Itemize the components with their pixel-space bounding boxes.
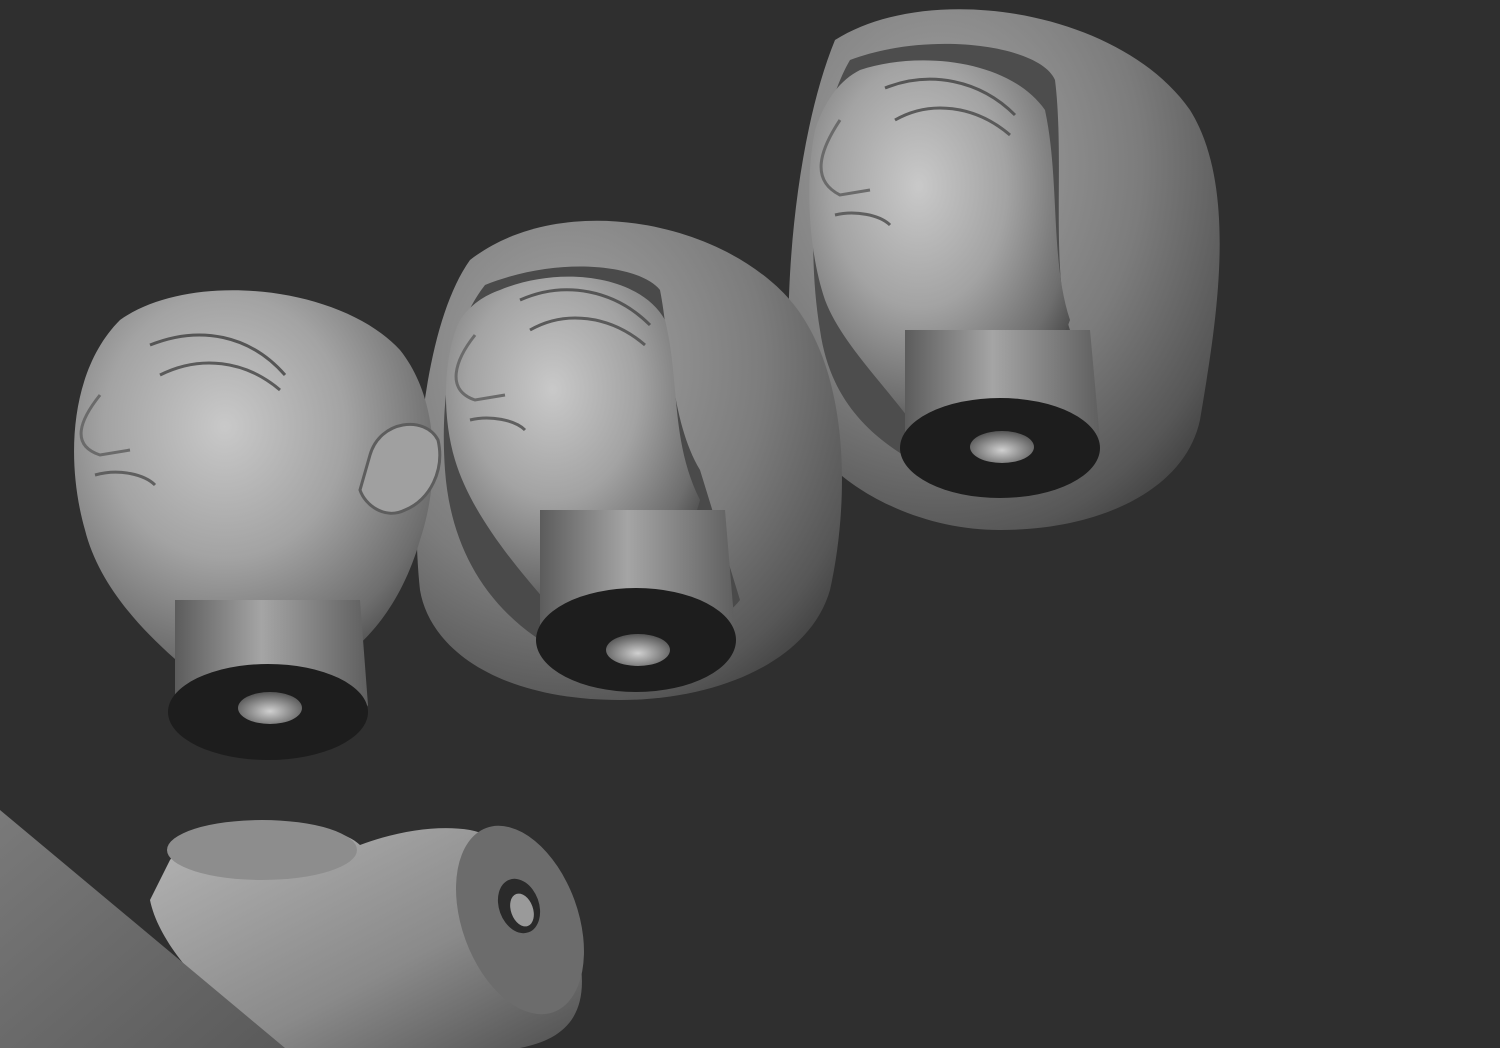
peg-hole: [238, 692, 302, 724]
peg-hole: [970, 431, 1034, 463]
bald-head-with-neck-peg[interactable]: [74, 290, 442, 760]
head-with-large-headdress[interactable]: [788, 9, 1220, 530]
peg-hole: [606, 634, 670, 666]
peg-top-collar: [167, 820, 357, 880]
scene-canvas[interactable]: [0, 0, 1500, 1048]
3d-viewport[interactable]: [0, 0, 1500, 1048]
head-with-medium-headdress[interactable]: [416, 220, 842, 700]
